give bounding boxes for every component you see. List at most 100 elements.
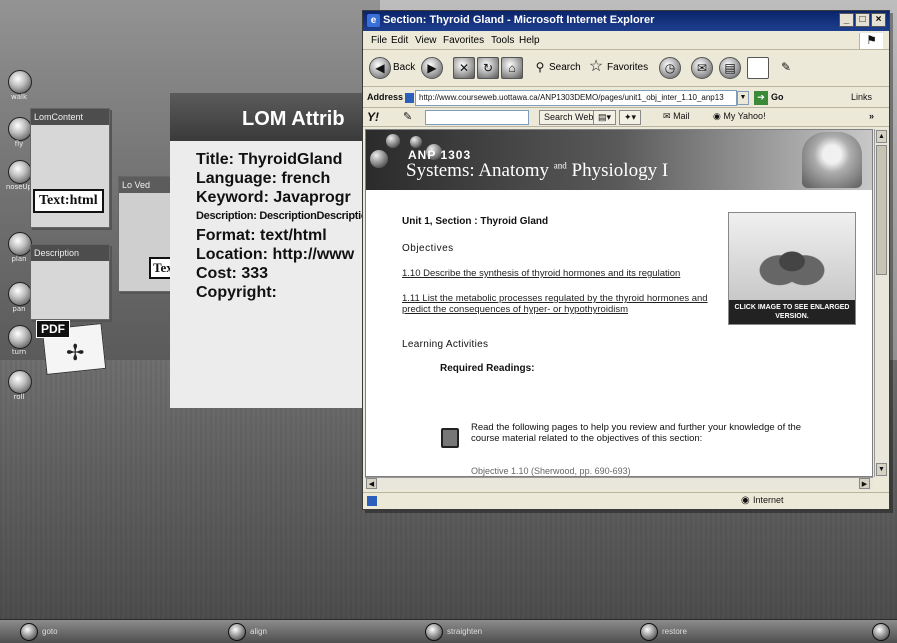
- status-bar: ◉ Internet: [363, 492, 889, 509]
- nose-up-icon[interactable]: [8, 160, 32, 184]
- turn-label: turn: [11, 348, 27, 356]
- favorites-label[interactable]: Favorites: [607, 62, 648, 73]
- back-icon[interactable]: ◀: [369, 57, 391, 79]
- mail-icon[interactable]: ✉: [691, 57, 713, 79]
- pan-icon[interactable]: [8, 282, 32, 306]
- walk-icon[interactable]: [8, 70, 32, 94]
- links-button[interactable]: Links: [851, 92, 872, 102]
- description-panel[interactable]: Description: [30, 244, 110, 320]
- restore-icon[interactable]: [640, 623, 658, 641]
- pdf-document-icon[interactable]: PDF ✢: [36, 320, 108, 376]
- go-arrow-icon[interactable]: ➔: [754, 91, 768, 105]
- objective-link-1-11[interactable]: 1.11 List the metabolic processes regula…: [402, 293, 737, 315]
- lom-field-language: Language: french: [196, 170, 331, 187]
- menu-favorites[interactable]: Favorites: [443, 35, 484, 46]
- go-button[interactable]: Go: [771, 92, 784, 102]
- bookmark-menu-button[interactable]: ▤▾: [593, 110, 617, 125]
- address-bar: Address http://www.courseweb.uottawa.ca/…: [363, 88, 889, 108]
- walk-label: walk: [10, 93, 27, 101]
- toolbar-overflow-icon[interactable]: »: [869, 111, 874, 121]
- bottom-dock: goto align straighten restore: [0, 619, 897, 643]
- favorites-star-icon[interactable]: ☆: [585, 57, 607, 79]
- learning-activities-heading: Learning Activities: [402, 339, 489, 350]
- book-icon: [441, 428, 459, 448]
- menu-view[interactable]: View: [415, 35, 437, 46]
- forward-icon[interactable]: ▶: [421, 57, 443, 79]
- page-content: ANP 1303 Systems: Anatomy and Physiology…: [365, 129, 873, 477]
- minimize-button[interactable]: _: [839, 13, 854, 27]
- menu-file[interactable]: File: [371, 35, 387, 46]
- thumbnail-caption[interactable]: CLICK IMAGE TO SEE ENLARGED VERSION.: [729, 300, 855, 324]
- menu-tools[interactable]: Tools: [491, 35, 514, 46]
- course-title-part1: Systems: Anatomy: [406, 160, 550, 181]
- goto-icon[interactable]: [20, 623, 38, 641]
- goto-label: goto: [42, 627, 58, 636]
- discuss-icon[interactable]: ✎: [775, 57, 797, 79]
- align-icon[interactable]: [228, 623, 246, 641]
- roll-icon[interactable]: [8, 370, 32, 394]
- description-title: Description: [31, 245, 109, 261]
- search-label[interactable]: Search: [549, 62, 581, 73]
- scroll-left-icon[interactable]: ◀: [366, 478, 377, 489]
- molecule-graphic: [410, 136, 422, 148]
- acrobat-icon: ✢: [66, 340, 85, 365]
- edit-page-icon[interactable]: [747, 57, 769, 79]
- standard-toolbar: ◀ Back ▶ ✕ ↻ ⌂ ⚲ Search ☆ Favorites ◷ ✉ …: [363, 51, 889, 87]
- thyroid-thumbnail[interactable]: CLICK IMAGE TO SEE ENLARGED VERSION.: [728, 212, 856, 325]
- scroll-right-icon[interactable]: ▶: [859, 478, 870, 489]
- maximize-button[interactable]: □: [855, 13, 870, 27]
- lom-title: LOM Attrib: [242, 108, 345, 130]
- highlight-button[interactable]: ✦▾: [619, 110, 642, 125]
- vertical-scroll-thumb[interactable]: [876, 145, 887, 275]
- required-readings-heading: Required Readings:: [440, 363, 535, 374]
- menu-help[interactable]: Help: [519, 35, 540, 46]
- vertical-scrollbar[interactable]: ▲ ▼: [874, 129, 888, 477]
- anatomy-illustration: [802, 132, 862, 188]
- scroll-down-icon[interactable]: ▼: [876, 463, 887, 476]
- search-icon[interactable]: ⚲: [529, 57, 551, 79]
- course-title-and: and: [553, 160, 567, 171]
- lom-field-location: Location: http://www: [196, 246, 355, 263]
- plan-icon[interactable]: [8, 232, 32, 256]
- horizontal-scrollbar[interactable]: ◀ ▶: [365, 477, 873, 490]
- home-icon[interactable]: ⌂: [501, 57, 523, 79]
- browser-titlebar[interactable]: e Section: Thyroid Gland - Microsoft Int…: [363, 11, 889, 31]
- refresh-icon[interactable]: ↻: [477, 57, 499, 79]
- objective-link-1-10[interactable]: 1.10 Describe the synthesis of thyroid h…: [402, 268, 737, 279]
- address-dropdown-icon[interactable]: ▼: [737, 91, 749, 105]
- mail-button[interactable]: ✉ Mail: [659, 110, 694, 125]
- scroll-up-icon[interactable]: ▲: [876, 130, 887, 143]
- page-icon: [405, 93, 414, 103]
- reading-reference-partial[interactable]: Objective 1.10 (Sherwood, pp. 690-693): [471, 466, 631, 476]
- back-label[interactable]: Back: [393, 62, 415, 73]
- search-web-button[interactable]: Search Web: [539, 110, 599, 125]
- lom-fields: Title: ThyroidGland Language: french Key…: [196, 150, 372, 302]
- history-icon[interactable]: ◷: [659, 57, 681, 79]
- yahoo-toolbar: Y! ✎ Search Web ▤▾ ✦▾ ✉ Mail ◉ My Yahoo!…: [363, 109, 889, 127]
- fly-icon[interactable]: [8, 117, 32, 141]
- print-icon[interactable]: ▤: [719, 57, 741, 79]
- lom-field-cost: Cost: 333: [196, 265, 269, 282]
- menu-edit[interactable]: Edit: [391, 35, 408, 46]
- thyroid-image[interactable]: [729, 213, 855, 301]
- address-input[interactable]: http://www.courseweb.uottawa.ca/ANP1303D…: [415, 90, 737, 106]
- turn-icon[interactable]: [8, 325, 32, 349]
- my-yahoo-button[interactable]: ◉ My Yahoo!: [709, 110, 770, 125]
- close-button[interactable]: ×: [871, 13, 886, 27]
- browser-title: Section: Thyroid Gland - Microsoft Inter…: [383, 14, 655, 26]
- lom-content-panel[interactable]: LomContent Text:html: [30, 108, 110, 228]
- address-label: Address: [367, 92, 404, 102]
- yahoo-search-input[interactable]: [425, 110, 529, 125]
- yahoo-logo[interactable]: Y!: [367, 110, 379, 124]
- straighten-icon[interactable]: [425, 623, 443, 641]
- required-readings-text: Read the following pages to help you rev…: [471, 422, 802, 444]
- menu-bar: File Edit View Favorites Tools Help ⚑: [363, 32, 889, 50]
- mail-envelope-icon: ✉: [663, 111, 671, 121]
- dock-end-icon[interactable]: [872, 623, 890, 641]
- lo-panel[interactable]: Lo Ved Tex: [118, 176, 177, 292]
- windows-logo-icon: ⚑: [859, 33, 883, 49]
- pencil-icon[interactable]: ✎: [403, 110, 412, 123]
- stop-icon[interactable]: ✕: [453, 57, 475, 79]
- browser-window: e Section: Thyroid Gland - Microsoft Int…: [362, 10, 890, 510]
- status-page-icon: [367, 496, 377, 506]
